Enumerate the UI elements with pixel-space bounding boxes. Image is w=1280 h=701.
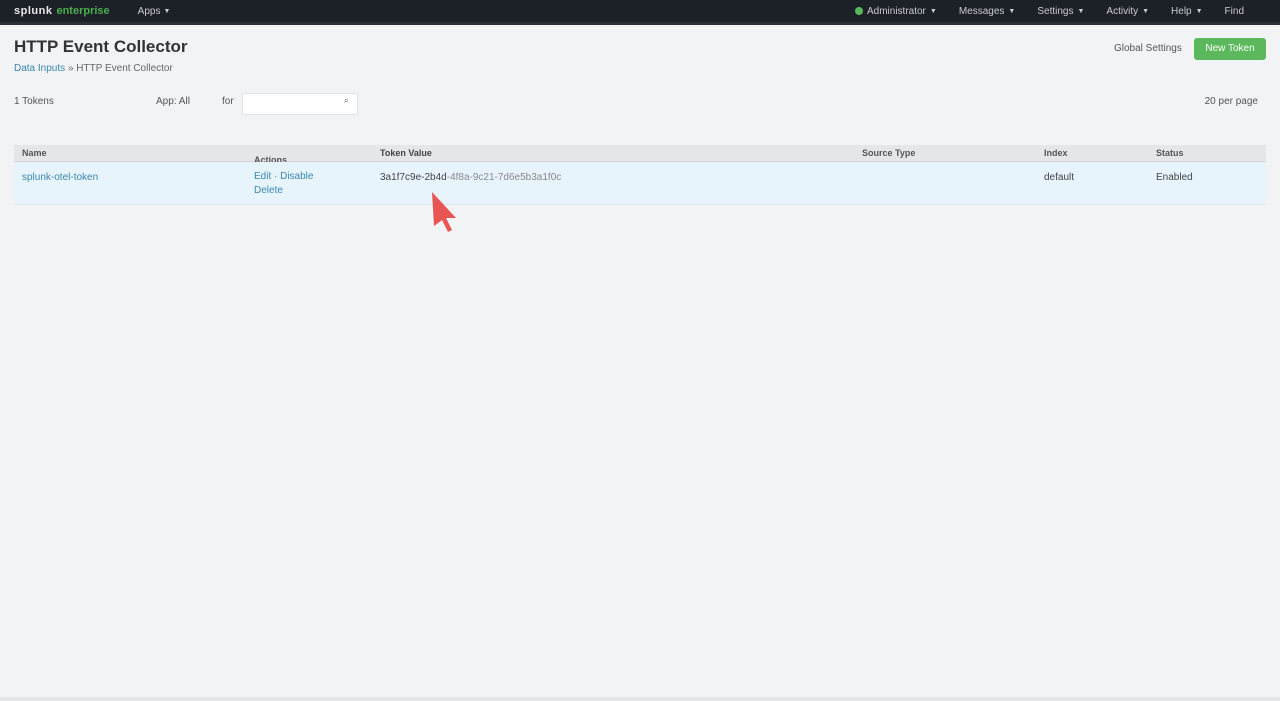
- status-value: Enabled: [1156, 172, 1193, 183]
- apps-menu-label: Apps: [137, 5, 161, 17]
- token-count: 1 Tokens: [14, 96, 54, 107]
- token-name-link[interactable]: splunk-otel-token: [22, 172, 98, 183]
- logo-product: enterprise: [56, 5, 110, 17]
- breadcrumb: Data Inputs » HTTP Event Collector: [14, 63, 173, 74]
- settings-menu[interactable]: Settings ▼: [1037, 6, 1106, 17]
- user-menu-label: Administrator: [866, 5, 926, 17]
- splunk-logo[interactable]: splunk enterprise: [14, 5, 110, 17]
- global-settings-button[interactable]: Global Settings: [1108, 40, 1188, 58]
- activity-menu[interactable]: Activity ▼: [1106, 6, 1171, 17]
- find-label: Find: [1224, 5, 1244, 17]
- chevron-down-icon: ▼: [1008, 7, 1016, 15]
- chevron-down-icon: ▼: [929, 7, 937, 15]
- filter-input[interactable]: [242, 93, 358, 115]
- breadcrumb-separator: »: [67, 63, 74, 74]
- nav-right: Administrator ▼ Messages ▼ Settings ▼ Ac…: [854, 0, 1266, 22]
- breadcrumb-current: HTTP Event Collector: [76, 63, 173, 74]
- mouse-cursor-icon: [432, 192, 456, 232]
- column-header-index[interactable]: Index: [1044, 148, 1068, 158]
- filter-for-label: for: [222, 96, 234, 107]
- breadcrumb-data-inputs-link[interactable]: Data Inputs: [14, 63, 65, 74]
- index-value: default: [1044, 172, 1075, 183]
- activity-label: Activity: [1106, 5, 1139, 17]
- row-actions[interactable]: Edit · Disable Delete: [254, 170, 324, 198]
- token-value-rest: -4f8a-9c21-7d6e5b3a1f0c: [446, 172, 562, 183]
- chevron-down-icon: ▼: [1195, 7, 1203, 15]
- token-value: 3a1f7c9e-2b4d-4f8a-9c21-7d6e5b3a1f0c: [380, 172, 561, 183]
- help-menu[interactable]: Help ▼: [1171, 6, 1225, 17]
- column-header-status[interactable]: Status: [1156, 148, 1184, 158]
- chevron-down-icon: ▼: [1077, 7, 1085, 15]
- column-header-source-type[interactable]: Source Type: [862, 148, 915, 158]
- page-title: HTTP Event Collector: [14, 37, 188, 56]
- messages-label: Messages: [958, 5, 1005, 17]
- logo-mark: splunk: [14, 5, 53, 17]
- messages-menu[interactable]: Messages ▼: [959, 6, 1038, 17]
- chevron-down-icon: ▼: [1142, 7, 1150, 15]
- column-header-name[interactable]: Name: [22, 148, 47, 158]
- settings-label: Settings: [1037, 5, 1074, 17]
- filter-bar: 1 Tokens App: All for ⌕ 20 per page: [14, 93, 1266, 115]
- token-value-prefix: 3a1f7c9e-2b4d: [380, 172, 447, 183]
- user-menu[interactable]: Administrator ▼: [854, 5, 959, 17]
- top-nav-bar: splunk enterprise Apps ▼ Administrator ▼…: [0, 0, 1280, 25]
- table-row: splunk-otel-token Edit · Disable Delete …: [14, 162, 1266, 205]
- status-dot-icon: [854, 7, 863, 15]
- apps-menu[interactable]: Apps ▼: [138, 6, 171, 17]
- chevron-down-icon: ▼: [163, 7, 171, 15]
- column-header-token-value[interactable]: Token Value: [380, 148, 432, 158]
- search-icon[interactable]: ⌕: [344, 96, 348, 106]
- table-header: Name Actions Token Value Source Type Ind…: [14, 145, 1266, 165]
- help-label: Help: [1171, 5, 1192, 17]
- find-box[interactable]: Find: [1225, 6, 1266, 17]
- new-token-button[interactable]: New Token: [1194, 38, 1266, 60]
- app-filter-dropdown[interactable]: App: All: [156, 96, 190, 107]
- page-bottom-edge: [0, 697, 1280, 701]
- tokens-table: Name Actions Token Value Source Type Ind…: [14, 145, 1266, 205]
- per-page-dropdown[interactable]: 20 per page: [1205, 96, 1258, 107]
